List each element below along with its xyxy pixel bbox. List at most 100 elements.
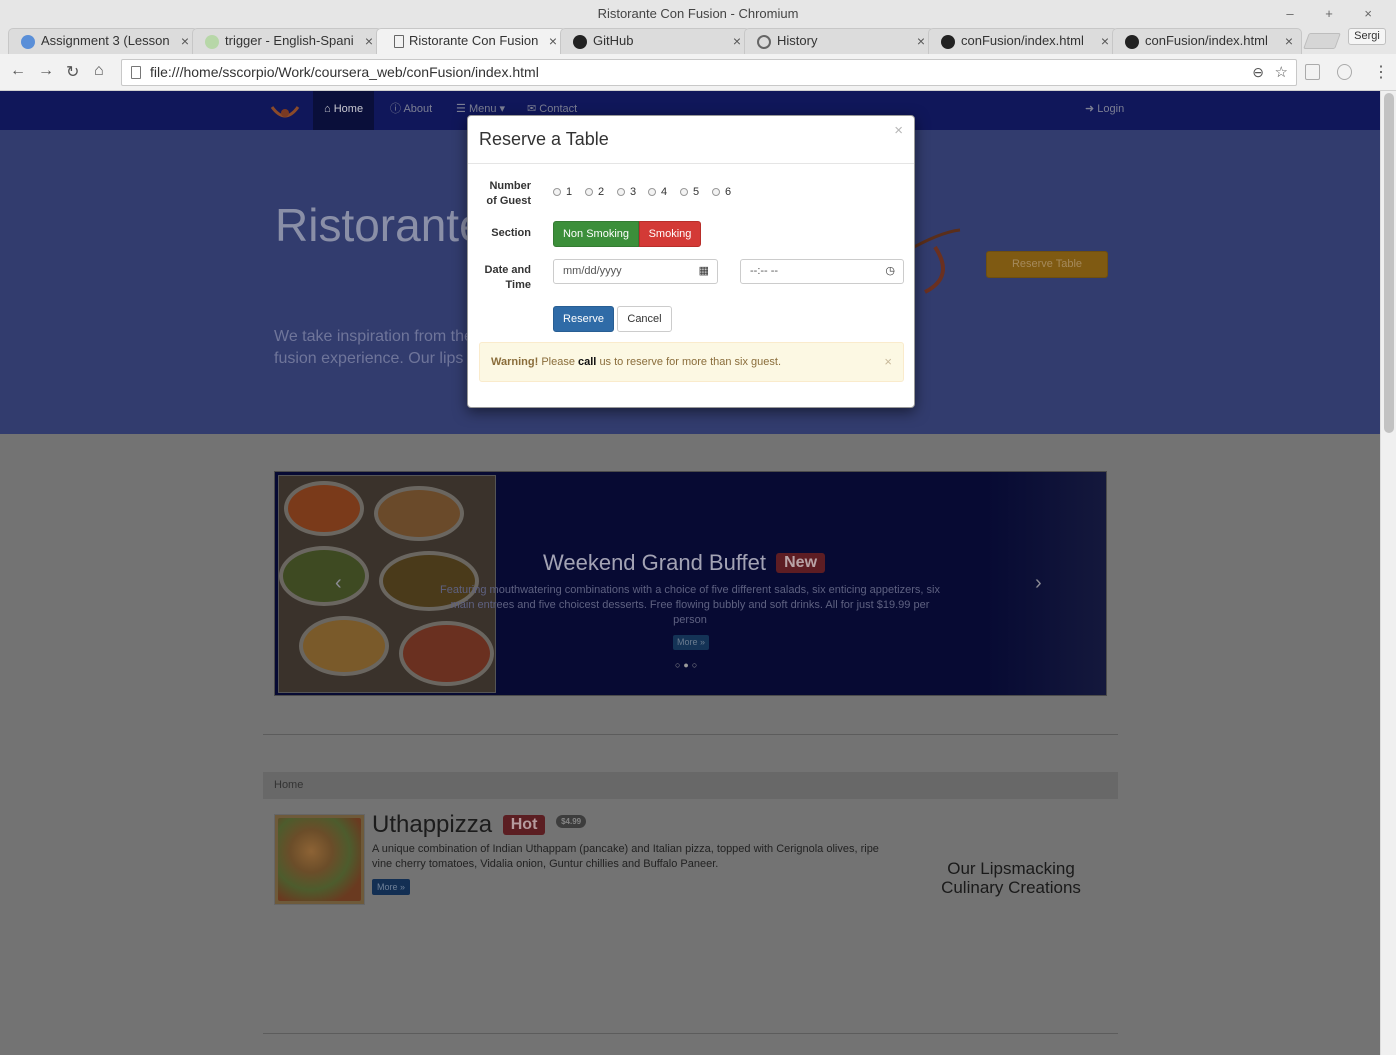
calendar-icon[interactable]: ▦ <box>699 260 709 283</box>
forward-icon[interactable]: → <box>38 62 54 80</box>
close-icon[interactable]: × <box>733 29 741 53</box>
tab-confusion-1[interactable]: conFusion/index.html × <box>928 28 1118 54</box>
extension-icon[interactable] <box>1337 64 1352 80</box>
zoom-icon[interactable]: ⊖ <box>1252 60 1264 85</box>
time-input[interactable]: --:-- -- ◷ <box>740 259 904 284</box>
carousel-next-icon[interactable]: › <box>1035 572 1042 595</box>
radio-circle[interactable] <box>712 188 720 196</box>
nav-home[interactable]: ⌂ Home <box>313 91 375 130</box>
close-icon[interactable]: × <box>1285 29 1293 53</box>
tab-assignment[interactable]: Assignment 3 (Lesson × <box>8 28 198 54</box>
radio-circle[interactable] <box>585 188 593 196</box>
guest-radio-4[interactable]: 4 <box>648 186 667 198</box>
dish-heading: Uthappizza Hot $4.99 <box>372 811 587 839</box>
date-placeholder: mm/dd/yyyy <box>563 265 622 277</box>
carousel: ‹ › Weekend Grand Buffet New Featuring m… <box>274 471 1107 696</box>
radio-circle[interactable] <box>617 188 625 196</box>
page-icon <box>394 35 404 48</box>
extension-icon[interactable] <box>1305 64 1320 80</box>
close-icon[interactable]: × <box>181 29 189 53</box>
nav-login[interactable]: ➜ Login <box>1074 91 1135 130</box>
list-icon: ☰ <box>456 103 466 115</box>
alert-call-link[interactable]: call <box>578 356 596 368</box>
tab-ristorante[interactable]: Ristorante Con Fusion × <box>376 28 566 54</box>
tab-history[interactable]: History × <box>744 28 934 54</box>
radio-circle[interactable] <box>648 188 656 196</box>
radio-label: 1 <box>566 186 573 198</box>
brand-logo[interactable] <box>270 101 300 123</box>
datetime-label: Date and Time <box>484 264 531 291</box>
guest-radio-6[interactable]: 6 <box>712 186 731 198</box>
tab-label: conFusion/index.html <box>961 33 1084 48</box>
reload-icon[interactable]: ↻ <box>66 62 79 82</box>
close-icon[interactable]: × <box>884 343 892 381</box>
non-smoking-button[interactable]: Non Smoking <box>553 221 639 247</box>
guest-radio-5[interactable]: 5 <box>680 186 699 198</box>
radio-label: 3 <box>630 186 637 198</box>
window-controls[interactable]: – + × <box>1286 0 1386 27</box>
coursera-icon <box>21 35 35 49</box>
carousel-more-button[interactable]: More » <box>673 635 709 650</box>
alert-post: us to reserve for more than six guest. <box>599 356 782 368</box>
radio-label: 2 <box>598 186 605 198</box>
home-icon: ⌂ <box>324 103 331 115</box>
menu-icon[interactable]: ⋮ <box>1373 62 1389 82</box>
tab-wordreference[interactable]: trigger - English-Spani × <box>192 28 382 54</box>
guest-radio-1[interactable]: 1 <box>553 186 572 198</box>
carousel-prev-icon[interactable]: ‹ <box>335 572 342 595</box>
nav-label: About <box>403 103 433 115</box>
dish-description: A unique combination of Indian Uthappam … <box>372 843 879 870</box>
page-icon <box>131 66 141 79</box>
close-icon[interactable]: × <box>365 29 373 53</box>
smoking-button[interactable]: Smoking <box>639 221 701 247</box>
close-icon[interactable]: × <box>1101 29 1109 53</box>
close-icon[interactable]: × <box>894 122 903 139</box>
section-label: Section <box>491 227 531 239</box>
reserve-button[interactable]: Reserve <box>553 306 614 332</box>
page-scrollbar[interactable] <box>1380 91 1396 1055</box>
nav-about[interactable]: ⓘ About <box>379 91 443 130</box>
address-bar[interactable]: file:///home/sscorpio/Work/coursera_web/… <box>121 59 1297 86</box>
breadcrumb[interactable]: Home <box>263 772 1118 799</box>
clock-icon[interactable]: ◷ <box>885 260 895 283</box>
scrollbar-thumb[interactable] <box>1384 93 1394 433</box>
price-badge: $4.99 <box>556 815 587 828</box>
tab-label: conFusion/index.html <box>1145 33 1268 48</box>
new-tab-button[interactable] <box>1303 33 1341 49</box>
nav-label: Contact <box>539 103 578 115</box>
carousel-fade <box>986 472 1106 695</box>
github-icon <box>941 35 955 49</box>
nav-label: Home <box>333 103 364 115</box>
jumbotron-text: We take inspiration from the fusion expe… <box>274 328 473 367</box>
tab-label: Ristorante Con Fusion <box>409 33 539 48</box>
tab-strip: Assignment 3 (Lesson × trigger - English… <box>0 27 1396 54</box>
envelope-icon: ✉ <box>527 103 537 115</box>
close-icon[interactable]: × <box>917 29 925 53</box>
guest-radio-2[interactable]: 2 <box>585 186 604 198</box>
caret-down-icon: ▾ <box>499 103 506 115</box>
tab-github[interactable]: GitHub × <box>560 28 750 54</box>
window-titlebar: Ristorante Con Fusion - Chromium – + × <box>0 0 1396 27</box>
tab-confusion-2[interactable]: conFusion/index.html × <box>1112 28 1302 54</box>
guest-radio-3[interactable]: 3 <box>617 186 636 198</box>
cancel-button[interactable]: Cancel <box>617 306 672 332</box>
nav-label: Menu <box>468 103 497 115</box>
profile-button[interactable]: Sergi <box>1348 28 1386 45</box>
radio-circle[interactable] <box>553 188 561 196</box>
back-icon[interactable]: ← <box>10 62 26 80</box>
radio-circle[interactable] <box>680 188 688 196</box>
url-text: file:///home/sscorpio/Work/coursera_web/… <box>150 64 539 80</box>
hot-badge: Hot <box>502 815 546 835</box>
carousel-indicators[interactable]: ○●○ <box>675 660 700 670</box>
carousel-heading: Weekend Grand Buffet <box>543 550 766 575</box>
radio-label: 5 <box>693 186 700 198</box>
history-icon <box>757 35 771 49</box>
star-icon[interactable]: ☆ <box>1275 60 1288 85</box>
close-icon[interactable]: × <box>549 29 557 53</box>
restaurant-title: Ristorante <box>275 199 485 251</box>
dish-more-button[interactable]: More » <box>372 879 410 895</box>
date-input[interactable]: mm/dd/yyyy ▦ <box>553 259 718 284</box>
reserve-table-button[interactable]: Reserve Table <box>986 251 1108 278</box>
browser-toolbar: ← → ↻ ⌂ file:///home/sscorpio/Work/cours… <box>0 54 1396 91</box>
home-icon[interactable]: ⌂ <box>94 62 104 80</box>
